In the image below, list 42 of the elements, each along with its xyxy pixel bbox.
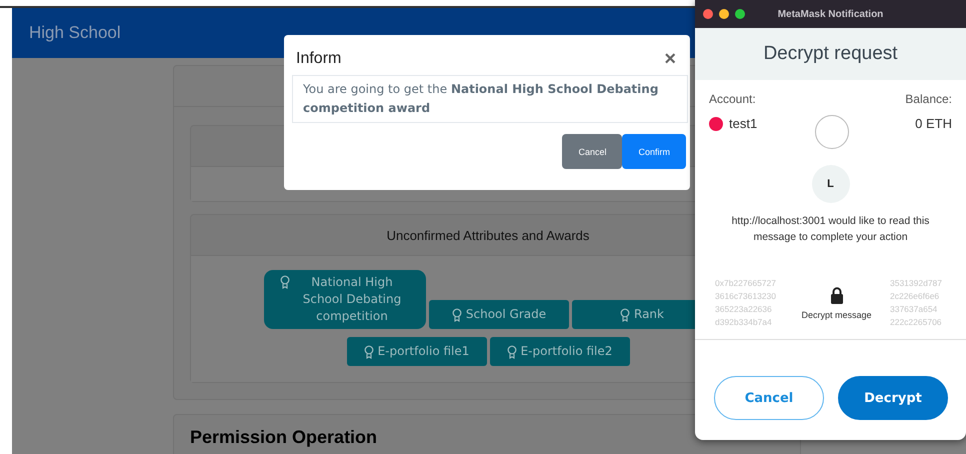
request-message: http://localhost:3001 would like to read this message to complete your action (730, 214, 930, 245)
decrypt-button[interactable]: Decrypt (838, 376, 948, 420)
window-title: MetaMask Notification (778, 8, 884, 20)
section-title: Permission Operation (190, 427, 378, 447)
cipher-text: 3616c73613230 (715, 290, 777, 303)
award-icon (506, 345, 517, 359)
cipher-text: 337637a654 (890, 303, 938, 316)
decrypt-message-label[interactable]: Decrypt message (801, 310, 872, 320)
app-title: High School (29, 23, 121, 43)
account-avatar (709, 116, 723, 130)
balance-value: 0 ETH (915, 116, 952, 131)
cipher-text: 365223a22636 (715, 303, 773, 316)
award-icon (280, 275, 290, 289)
award-icon (452, 308, 462, 322)
cipher-text: 3531392d787 (890, 277, 944, 290)
award-icon (364, 345, 374, 359)
award-button[interactable]: School Grade (429, 300, 569, 329)
cancel-button[interactable]: Cancel (714, 376, 824, 420)
award-icon (620, 308, 630, 322)
panel-title: Unconfirmed Attributes and Awards (386, 228, 590, 242)
cipher-text: 222c2265706 (890, 316, 943, 329)
balance-label: Balance: (905, 92, 952, 106)
avatar-circle (815, 115, 849, 149)
dialog-title: Inform (296, 50, 342, 68)
cipher-text: 2c226e6f6e6 (890, 290, 940, 303)
close-button[interactable]: × (664, 49, 676, 69)
maximize-window-button[interactable] (735, 9, 745, 19)
award-button[interactable]: National High School Debating competition (264, 270, 426, 329)
minimize-window-button[interactable] (719, 9, 729, 19)
lock-icon (830, 286, 844, 304)
confirm-button[interactable]: Confirm (622, 134, 686, 169)
close-window-button[interactable] (703, 9, 713, 19)
account-label: Account: (709, 92, 756, 106)
request-title: Decrypt request (763, 43, 898, 65)
award-button[interactable]: E-portfolio file2 (490, 337, 630, 366)
dialog-message: You are going to get the National High School Debating competition award (292, 75, 688, 123)
cancel-button[interactable]: Cancel (562, 134, 622, 169)
cipher-text: d392b334b7a4 (715, 316, 773, 329)
cipher-text: 0x7b227665727 (715, 277, 777, 290)
award-button[interactable]: E-portfolio file1 (346, 337, 486, 366)
account-name: test1 (729, 116, 758, 131)
site-initial: L (812, 165, 850, 203)
